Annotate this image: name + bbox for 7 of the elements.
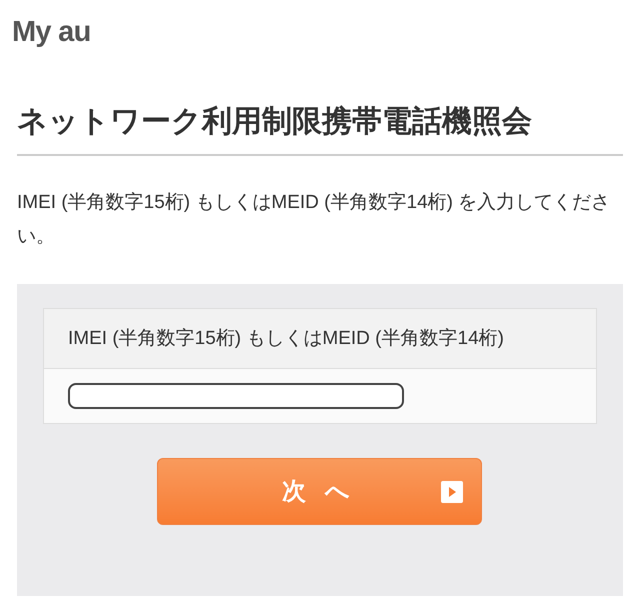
input-field[interactable] — [68, 383, 404, 409]
logo: My au — [11, 15, 92, 50]
play-icon — [440, 481, 462, 503]
instruction-text: IMEI (半角数字15桁) もしくはMEID (半角数字14桁) を入力してください。 — [17, 191, 612, 249]
field-label: IMEI (半角数字15桁) もしくはMEID (半角数字14桁) — [44, 309, 596, 369]
page-title: ネットワーク利用制限携帯電話機照会 — [17, 102, 623, 156]
next-button[interactable]: 次 へ — [156, 458, 482, 525]
